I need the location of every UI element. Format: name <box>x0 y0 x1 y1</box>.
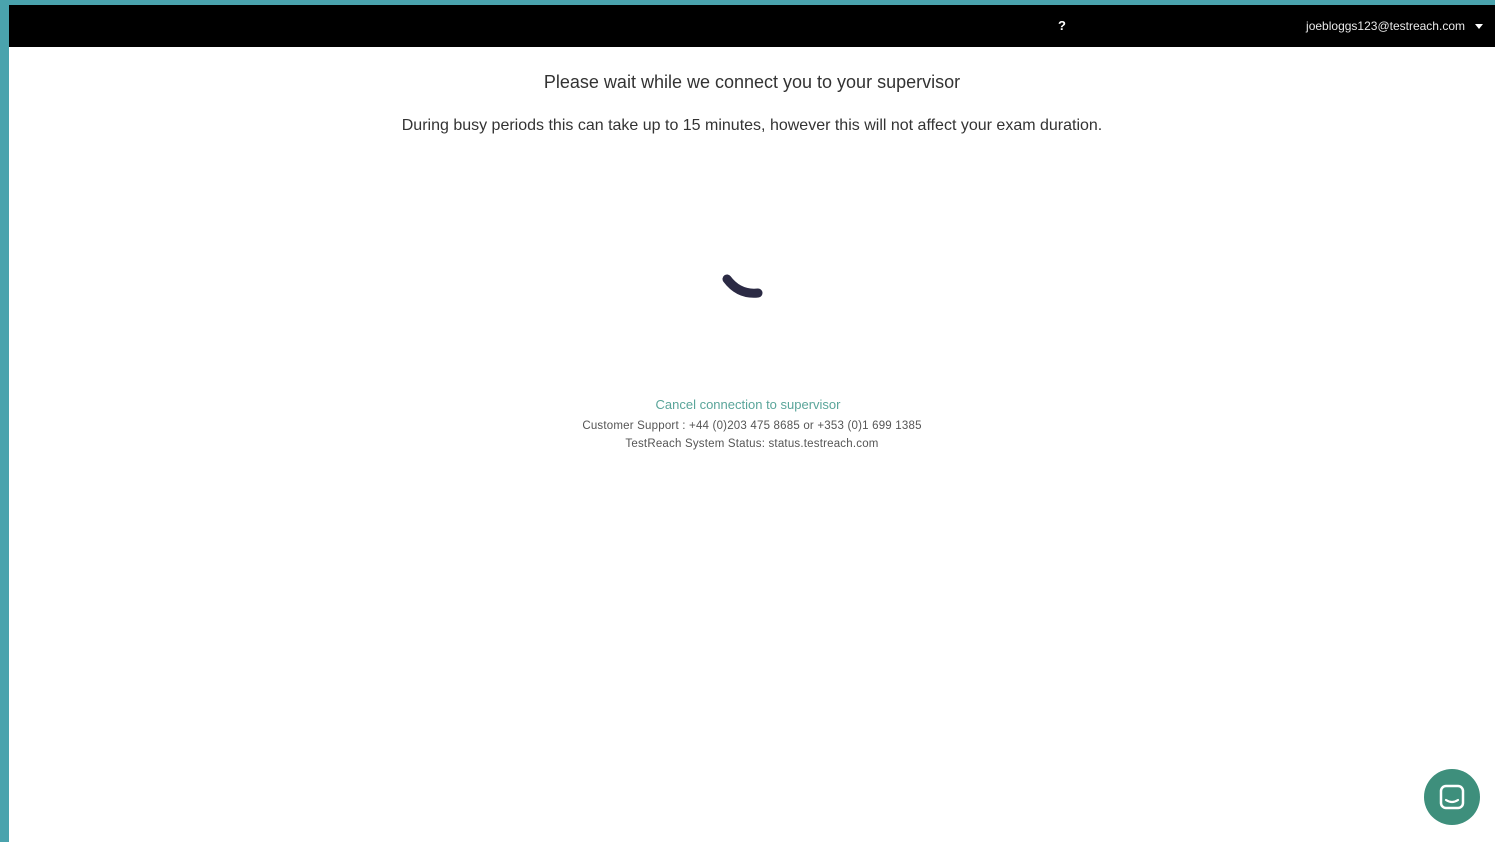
customer-support-text: Customer Support : +44 (0)203 475 8685 o… <box>582 420 922 432</box>
page-subtitle: During busy periods this can take up to … <box>401 117 1103 134</box>
user-account-menu[interactable]: joebloggs123@testreach.com <box>1306 5 1483 47</box>
cancel-connection-link[interactable]: Cancel connection to supervisor <box>9 397 1487 412</box>
user-email: joebloggs123@testreach.com <box>1306 19 1465 33</box>
help-button[interactable]: ? <box>1055 5 1069 47</box>
chat-icon <box>1439 784 1465 810</box>
page-title: Please wait while we connect you to your… <box>543 72 961 92</box>
chat-launcher-button[interactable] <box>1424 769 1480 825</box>
app-window: ? joebloggs123@testreach.com Please wait… <box>0 0 1495 842</box>
loading-spinner-icon <box>722 274 763 298</box>
caret-down-icon <box>1475 23 1483 29</box>
system-status-text: TestReach System Status: status.testreac… <box>625 438 879 450</box>
top-navigation-bar: ? joebloggs123@testreach.com <box>9 5 1495 47</box>
